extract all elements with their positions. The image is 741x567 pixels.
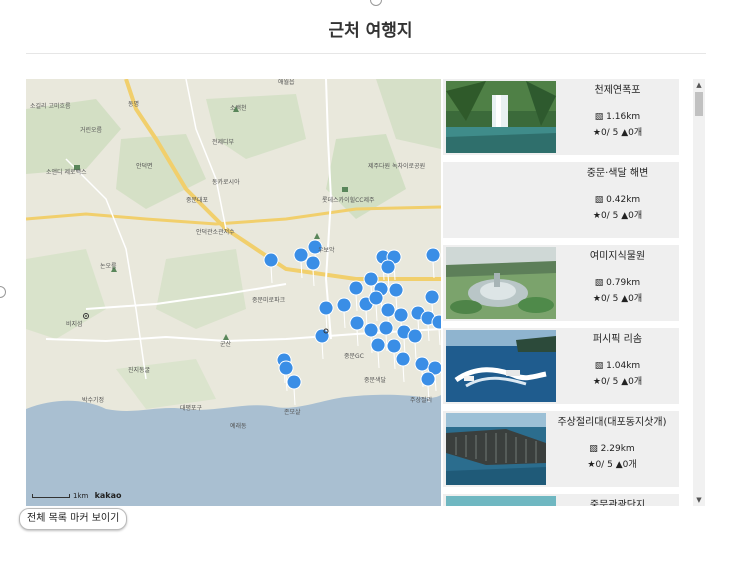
show-all-markers-button[interactable]: 전체 목록 마커 보이기 — [19, 508, 128, 530]
carousel-dot-icon — [370, 0, 382, 6]
place-rating: ★0/ 5 ▲0개 — [592, 211, 643, 221]
place-name: 여미지식물원 — [589, 251, 646, 262]
map-label: 안덕관소관저수 — [196, 229, 235, 236]
map-label: 소백천 — [230, 105, 247, 112]
map-icon: ▧ — [594, 278, 604, 288]
place-name: 중문·색달 해변 — [586, 168, 649, 179]
star-icon: ★ — [592, 294, 601, 304]
place-distance: ▧ 0.79km — [594, 278, 641, 288]
place-card[interactable]: 퍼시픽 리솜 ▧ 1.04km ★0/ 5 ▲0개 — [443, 328, 679, 404]
place-distance: ▧ 2.29km — [589, 444, 635, 454]
map-label: 소길리 고미흐름 — [30, 103, 71, 110]
map-icon: ▧ — [589, 444, 598, 454]
map-label: 비지섬 — [66, 321, 83, 328]
map-icon: ▧ — [594, 195, 604, 205]
place-card[interactable]: 중문·색달 해변 ▧ 0.42km ★0/ 5 ▲0개 — [443, 162, 679, 238]
place-rating: ★0/ 5 ▲0개 — [592, 377, 643, 387]
place-card[interactable]: 여미지식물원 ▧ 0.79km ★0/ 5 ▲0개 — [443, 245, 679, 321]
place-name: 중문관광단지 — [589, 500, 646, 506]
place-distance: ▧ 0.42km — [594, 195, 641, 205]
map-label: 주상절리 — [410, 397, 433, 404]
place-rating: ★0/ 5 ▲0개 — [587, 460, 637, 470]
star-icon: ★ — [592, 128, 601, 138]
place-name: 천제연폭포 — [594, 85, 641, 96]
map-label: 소앤디 제로백스 — [46, 169, 87, 176]
scrollbar-thumb[interactable] — [695, 92, 703, 116]
map-label: 중문GC — [344, 353, 364, 360]
map-label: 안덕면 — [136, 163, 153, 170]
map[interactable]: 동명 거린오름 소길리 고미흐름 소앤디 제로백스 소백천 애월읍 전제디부 동… — [26, 79, 441, 506]
title-divider — [26, 53, 706, 54]
nearby-places-list[interactable]: 천제연폭포 ▧ 1.16km ★0/ 5 ▲0개 중문·색달 해변 ▧ 0.42… — [443, 79, 691, 506]
map-label: 박수기정 — [82, 397, 105, 404]
map-icon: ▧ — [594, 361, 604, 371]
place-thumbnail — [446, 413, 546, 485]
map-label: 예래동 — [230, 423, 247, 430]
map-label: 동카로시아 — [212, 179, 240, 186]
thumbs-up-icon: ▲ — [615, 460, 623, 470]
scale-bar — [32, 494, 70, 498]
map-label: 제주다원 녹차이로공원 — [368, 163, 426, 170]
map-label: 대평포구 — [180, 405, 203, 412]
map-label: 존모살 — [284, 409, 301, 416]
place-thumbnail — [446, 496, 556, 506]
star-icon: ★ — [592, 377, 601, 387]
map-label: 거린오름 — [80, 127, 103, 134]
place-rating: ★0/ 5 ▲0개 — [592, 128, 643, 138]
place-thumbnail — [446, 247, 556, 319]
place-card[interactable]: 천제연폭포 ▧ 1.16km ★0/ 5 ▲0개 — [443, 79, 679, 155]
scroll-up-arrow-icon[interactable]: ▲ — [693, 79, 705, 91]
map-label: 전제디부 — [212, 139, 235, 146]
map-label: 동명 — [128, 101, 140, 108]
carousel-dot-icon — [0, 286, 6, 298]
map-label: 논오름 — [100, 263, 117, 270]
page-title: 근처 여행지 — [328, 21, 413, 41]
place-thumbnail — [446, 81, 556, 153]
place-thumbnail — [446, 330, 556, 402]
list-scrollbar[interactable]: ▲ ▼ — [693, 79, 705, 506]
map-label: 진지동굴 — [128, 367, 151, 374]
place-rating: ★0/ 5 ▲0개 — [592, 294, 643, 304]
map-scale: 1km kakao — [32, 491, 122, 500]
place-distance: ▧ 1.04km — [594, 361, 641, 371]
map-icon: ▧ — [594, 112, 604, 122]
map-brand-logo: kakao — [94, 491, 122, 500]
place-card[interactable]: 중문관광단지 — [443, 494, 679, 506]
scroll-down-arrow-icon[interactable]: ▼ — [693, 494, 705, 506]
map-label: 중문색달 — [364, 377, 387, 384]
place-card[interactable]: 주상절리대(대포동지삿개) ▧ 2.29km ★0/ 5 ▲0개 — [443, 411, 679, 487]
scale-label: 1km — [73, 492, 89, 500]
map-label: 우보악 — [318, 247, 335, 254]
map-label: 군산 — [220, 341, 232, 348]
star-icon: ★ — [592, 211, 601, 221]
place-name: 퍼시픽 리솜 — [592, 334, 643, 345]
map-label: 롯데스카이힐CC제주 — [322, 197, 375, 204]
map-label: 애월읍 — [278, 79, 295, 86]
place-name: 주상절리대(대포동지삿개) — [557, 417, 667, 428]
map-label: 중문대포 — [186, 197, 209, 204]
place-distance: ▧ 1.16km — [594, 112, 641, 122]
map-label: 중문미로파크 — [252, 297, 286, 304]
